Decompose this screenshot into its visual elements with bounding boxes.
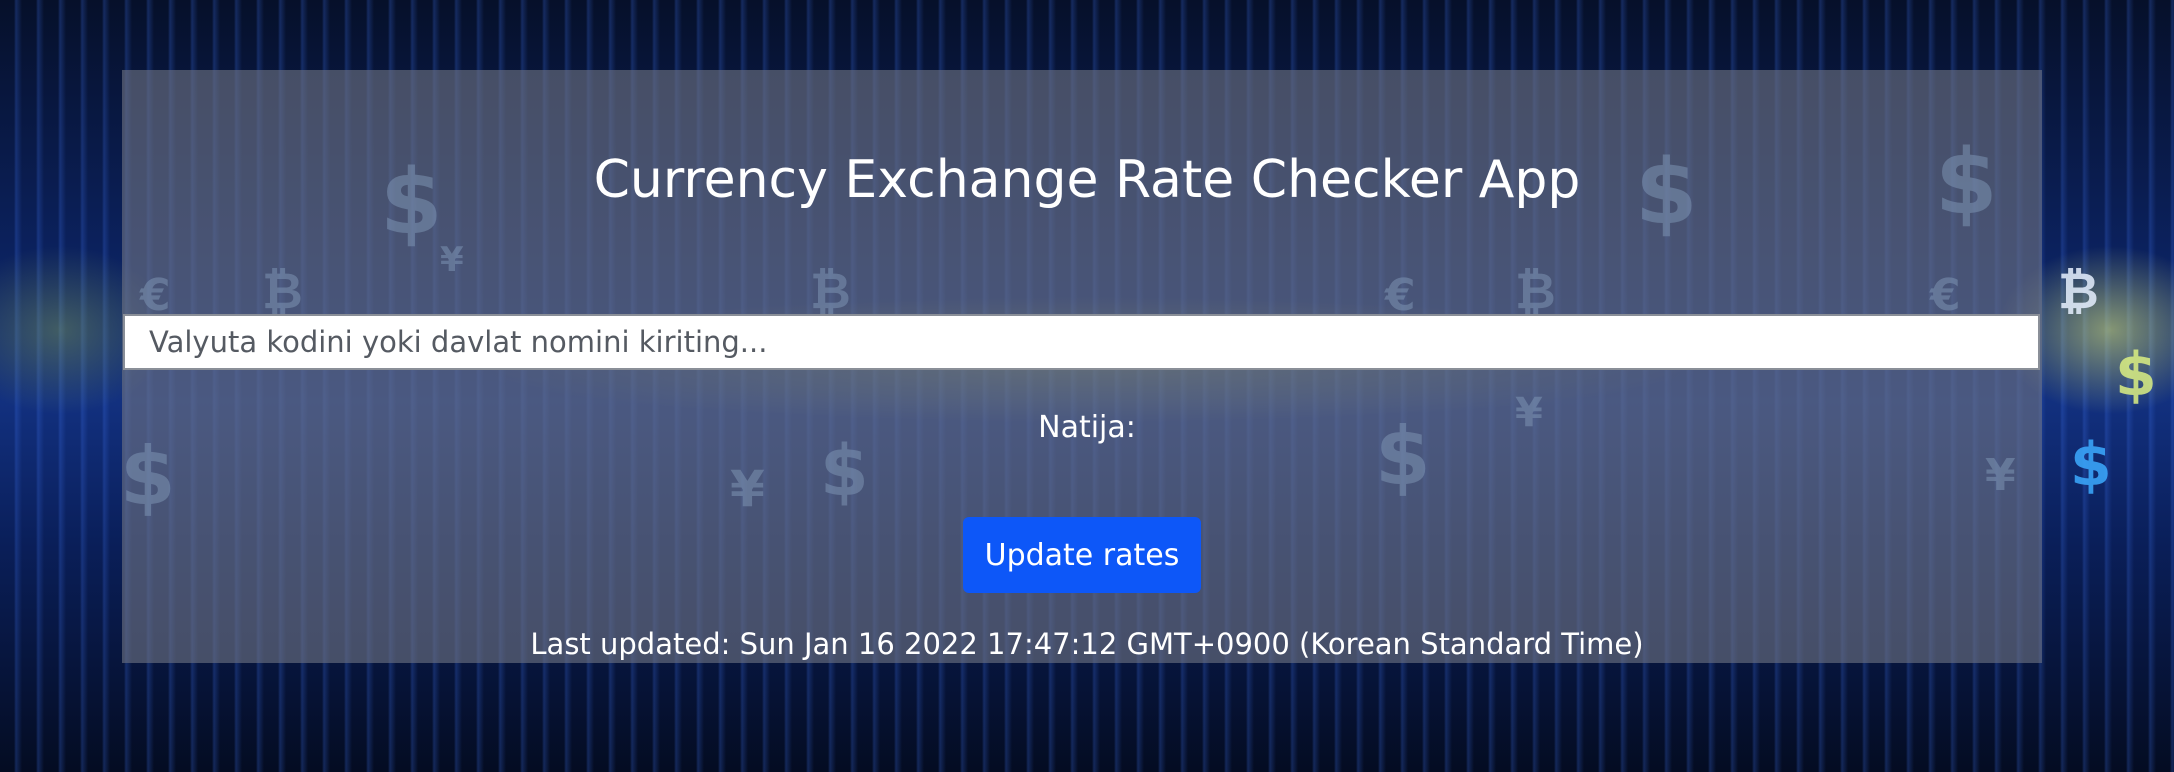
dollar-symbol-icon: $ bbox=[2115, 340, 2157, 410]
currency-search-input[interactable] bbox=[123, 314, 2040, 370]
bitcoin-symbol-icon: ₿ bbox=[2058, 262, 2099, 320]
update-rates-button[interactable]: Update rates bbox=[963, 517, 1201, 593]
last-updated-text: Last updated: Sun Jan 16 2022 17:47:12 G… bbox=[530, 627, 1644, 661]
page-title: Currency Exchange Rate Checker App bbox=[593, 150, 1581, 210]
result-label: Natija: bbox=[1038, 410, 1136, 445]
